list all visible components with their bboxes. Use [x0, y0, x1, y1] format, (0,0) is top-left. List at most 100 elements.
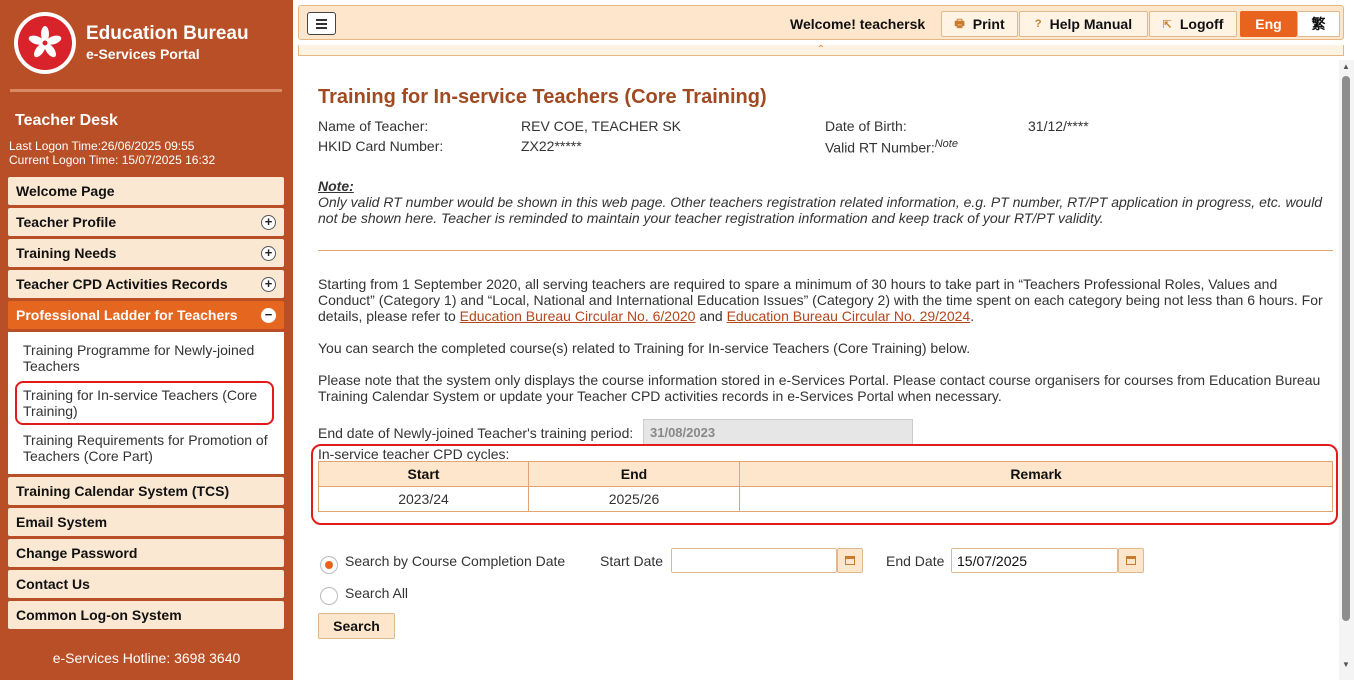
- sidebar-item-cpd-records[interactable]: Teacher CPD Activities Records +: [8, 270, 284, 298]
- hksar-emblem-icon: [14, 12, 76, 74]
- cell-remark: [739, 486, 1333, 512]
- hkid-label: HKID Card Number:: [318, 138, 444, 154]
- sidebar-item-label: Professional Ladder for Teachers: [16, 307, 238, 323]
- search-by-date-label[interactable]: Search by Course Completion Date: [345, 553, 565, 569]
- print-label: Print: [972, 16, 1005, 32]
- dob-value: 31/12/****: [1028, 118, 1089, 134]
- expand-plus-icon[interactable]: +: [261, 214, 276, 230]
- expand-plus-icon[interactable]: +: [261, 276, 276, 292]
- sidebar-item-professional-ladder[interactable]: Professional Ladder for Teachers −: [8, 301, 284, 329]
- question-icon: ?: [1034, 18, 1042, 30]
- sidebar-item-change-password[interactable]: Change Password: [8, 539, 284, 567]
- start-date-label: Start Date: [600, 553, 664, 569]
- sidebar-item-label: Change Password: [16, 545, 138, 561]
- teacher-desk-title: Teacher Desk: [15, 112, 118, 129]
- search-by-date-radio[interactable]: [320, 556, 338, 574]
- circular-29-2024-link[interactable]: Education Bureau Circular No. 29/2024: [727, 308, 971, 324]
- sidebar-item-label: Welcome Page: [16, 183, 115, 199]
- scrollbar-thumb[interactable]: [1342, 76, 1350, 621]
- print-icon: 🖶: [954, 17, 965, 30]
- sidebar-item-label: Contact Us: [16, 576, 90, 592]
- divider: [318, 250, 1333, 251]
- submenu-item-promotion-core[interactable]: Training Requirements for Promotion of T…: [8, 428, 284, 468]
- sidebar-item-tcs[interactable]: Training Calendar System (TCS): [8, 477, 284, 505]
- sidebar-item-label: Training Needs: [16, 245, 117, 261]
- cpd-cycles-caption: In-service teacher CPD cycles:: [318, 446, 510, 462]
- sidebar-item-label: Teacher CPD Activities Records: [16, 276, 228, 292]
- scrollbar[interactable]: ▲ ▼: [1339, 60, 1354, 680]
- last-logon-time: Last Logon Time:26/06/2025 09:55: [9, 139, 195, 153]
- sidebar: Education Bureau e-Services Portal Teach…: [0, 0, 293, 680]
- submenu-item-in-service-core[interactable]: Training for In-service Teachers (Core T…: [15, 381, 274, 425]
- column-header-start: Start: [318, 461, 529, 487]
- sidebar-item-label: Common Log-on System: [16, 607, 182, 623]
- sidebar-item-welcome-page[interactable]: Welcome Page: [8, 177, 284, 205]
- search-button[interactable]: Search: [318, 613, 395, 639]
- note-text: Only valid RT number would be shown in t…: [318, 194, 1323, 226]
- calendar-icon: [845, 556, 855, 565]
- scroll-up-icon[interactable]: ▲: [1342, 62, 1350, 71]
- column-header-remark: Remark: [739, 461, 1333, 487]
- main-content: Training for In-service Teachers (Core T…: [298, 60, 1338, 680]
- logoff-icon: ⇱: [1162, 18, 1172, 31]
- system-note-text: Please note that the system only display…: [318, 372, 1321, 404]
- newly-joined-end-value: 31/08/2023: [643, 419, 913, 445]
- table-row: 2023/24 2025/26: [318, 486, 1333, 512]
- page-title: Training for In-service Teachers (Core T…: [318, 86, 767, 108]
- cpd-cycles-table: Start End Remark 2023/24 2025/26: [318, 461, 1333, 512]
- help-manual-button[interactable]: ? Help Manual: [1019, 11, 1148, 37]
- chevron-up-icon: ⌃: [816, 44, 826, 55]
- sidebar-divider: [10, 89, 282, 92]
- search-all-radio[interactable]: [320, 587, 338, 605]
- rt-number-label: Valid RT Number:Note: [825, 138, 958, 156]
- lang-chinese-button[interactable]: 繁: [1297, 11, 1340, 37]
- calendar-icon: [1126, 556, 1136, 565]
- sidebar-item-label: Teacher Profile: [16, 214, 117, 230]
- collapse-minus-icon[interactable]: −: [261, 307, 276, 323]
- submenu-item-newly-joined[interactable]: Training Programme for Newly-joined Teac…: [8, 338, 284, 378]
- scroll-down-icon[interactable]: ▼: [1342, 660, 1350, 669]
- welcome-text: Welcome! teachersk: [790, 16, 926, 32]
- circular-6-2020-link[interactable]: Education Bureau Circular No. 6/2020: [460, 308, 696, 324]
- end-date-calendar-button[interactable]: [1118, 548, 1144, 573]
- name-value: REV COE, TEACHER SK: [521, 118, 682, 134]
- sidebar-item-common-logon[interactable]: Common Log-on System: [8, 601, 284, 629]
- newly-joined-end-label: End date of Newly-joined Teacher's train…: [318, 425, 634, 441]
- rt-note-sup: Note: [934, 138, 958, 150]
- expand-plus-icon[interactable]: +: [261, 245, 276, 261]
- end-date-input[interactable]: 15/07/2025: [951, 548, 1118, 573]
- help-manual-label: Help Manual: [1049, 16, 1133, 32]
- sidebar-item-teacher-profile[interactable]: Teacher Profile +: [8, 208, 284, 236]
- sidebar-item-training-needs[interactable]: Training Needs +: [8, 239, 284, 267]
- start-date-input[interactable]: [671, 548, 837, 573]
- menu-toggle-button[interactable]: [307, 12, 336, 35]
- hotline-text: e-Services Hotline: 3698 3640: [52, 650, 241, 666]
- name-label: Name of Teacher:: [318, 118, 429, 134]
- collapse-header-bar[interactable]: ⌃: [298, 45, 1344, 56]
- search-instruction-text: You can search the completed course(s) r…: [318, 340, 971, 356]
- logo-subtitle: e-Services Portal: [86, 46, 200, 62]
- current-logon-time: Current Logon Time: 15/07/2025 16:32: [9, 153, 216, 167]
- sidebar-item-email-system[interactable]: Email System: [8, 508, 284, 536]
- logoff-label: Logoff: [1179, 16, 1224, 32]
- lang-eng-button[interactable]: Eng: [1240, 11, 1297, 37]
- submenu-professional-ladder: Training Programme for Newly-joined Teac…: [8, 332, 284, 474]
- hamburger-icon: [316, 18, 327, 21]
- cell-start: 2023/24: [318, 486, 529, 512]
- dob-label: Date of Birth:: [825, 118, 907, 134]
- top-bar: Welcome! teachersk 🖶 Print ? Help Manual…: [298, 5, 1344, 40]
- print-button[interactable]: 🖶 Print: [941, 11, 1018, 37]
- sidebar-item-contact-us[interactable]: Contact Us: [8, 570, 284, 598]
- sidebar-item-label: Training Calendar System (TCS): [16, 483, 230, 499]
- end-date-label: End Date: [886, 553, 945, 569]
- requirement-paragraph: Starting from 1 September 2020, all serv…: [318, 276, 1323, 324]
- search-all-label[interactable]: Search All: [345, 585, 408, 601]
- cell-end: 2025/26: [528, 486, 740, 512]
- column-header-end: End: [528, 461, 740, 487]
- start-date-calendar-button[interactable]: [837, 548, 863, 573]
- logo[interactable]: Education Bureau e-Services Portal: [14, 12, 249, 74]
- note-label: Note:: [318, 178, 354, 194]
- hkid-value: ZX22*****: [521, 138, 582, 154]
- sidebar-item-label: Email System: [16, 514, 108, 530]
- logoff-button[interactable]: ⇱ Logoff: [1149, 11, 1237, 37]
